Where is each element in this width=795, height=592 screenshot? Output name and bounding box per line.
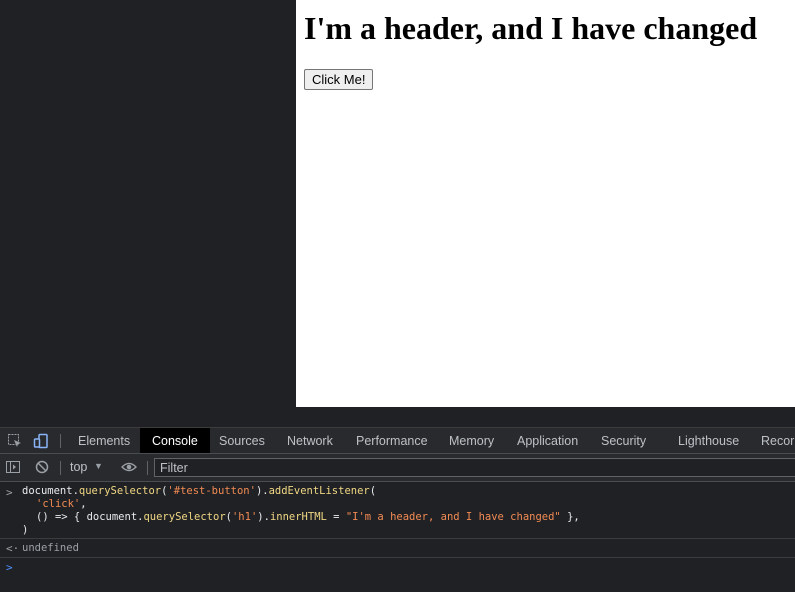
toolbar-separator — [60, 461, 61, 475]
context-selector[interactable]: top — [70, 460, 87, 474]
click-me-button[interactable]: Click Me! — [304, 69, 374, 90]
result-arrow-icon: <· — [6, 542, 20, 555]
chevron-down-icon[interactable]: ▼ — [94, 461, 103, 471]
tab-memory[interactable]: Memory — [441, 428, 502, 453]
eye-icon[interactable] — [121, 460, 137, 474]
tab-lighthouse[interactable]: Lighthouse — [670, 428, 747, 453]
filter-input[interactable] — [154, 458, 795, 477]
viewport-margin — [0, 0, 296, 407]
tab-application[interactable]: Application — [509, 428, 586, 453]
tab-security[interactable]: Security — [593, 428, 654, 453]
resize-gap — [0, 407, 795, 427]
console-result: undefined — [22, 542, 79, 554]
toolbar-separator-2 — [147, 461, 148, 475]
tab-elements[interactable]: Elements — [70, 428, 138, 453]
tab-bar-separator — [60, 434, 61, 448]
inspect-element-icon[interactable] — [7, 433, 23, 449]
tab-console[interactable]: Console — [140, 428, 210, 453]
console-input-line-4: ) — [22, 524, 29, 536]
sidebar-toggle-icon[interactable] — [6, 460, 20, 474]
clear-console-icon[interactable] — [35, 460, 49, 474]
page-heading: I'm a header, and I have changed — [304, 10, 758, 46]
tab-network[interactable]: Network — [279, 428, 341, 453]
devtools-panel: Elements Console Sources Network Perform… — [0, 427, 795, 592]
console-input-line-3: () => { document.querySelector('h1').inn… — [36, 511, 580, 523]
console-divider-2 — [0, 557, 795, 558]
page-viewport: I'm a header, and I have changed Click M… — [296, 0, 795, 407]
tab-sources[interactable]: Sources — [211, 428, 273, 453]
input-prompt-icon: > — [6, 486, 13, 499]
console-output: > document.querySelector('#test-button')… — [0, 482, 795, 592]
devtools-tab-bar: Elements Console Sources Network Perform… — [0, 427, 795, 454]
tab-recorder[interactable]: Recor — [753, 428, 795, 453]
console-toolbar: top ▼ — [0, 454, 795, 482]
console-divider — [0, 538, 795, 539]
tab-performance[interactable]: Performance — [348, 428, 436, 453]
console-prompt-icon[interactable]: > — [6, 561, 13, 574]
console-input-line-2: 'click', — [36, 498, 87, 510]
console-input-line-1: document.querySelector('#test-button').a… — [22, 485, 377, 497]
device-toolbar-icon[interactable] — [33, 433, 49, 449]
